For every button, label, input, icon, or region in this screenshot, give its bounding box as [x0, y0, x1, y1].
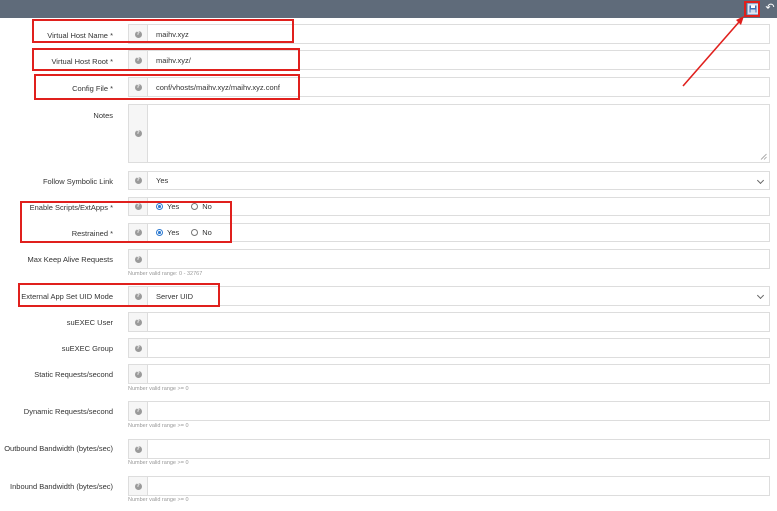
- annotation-arrow: [682, 16, 744, 87]
